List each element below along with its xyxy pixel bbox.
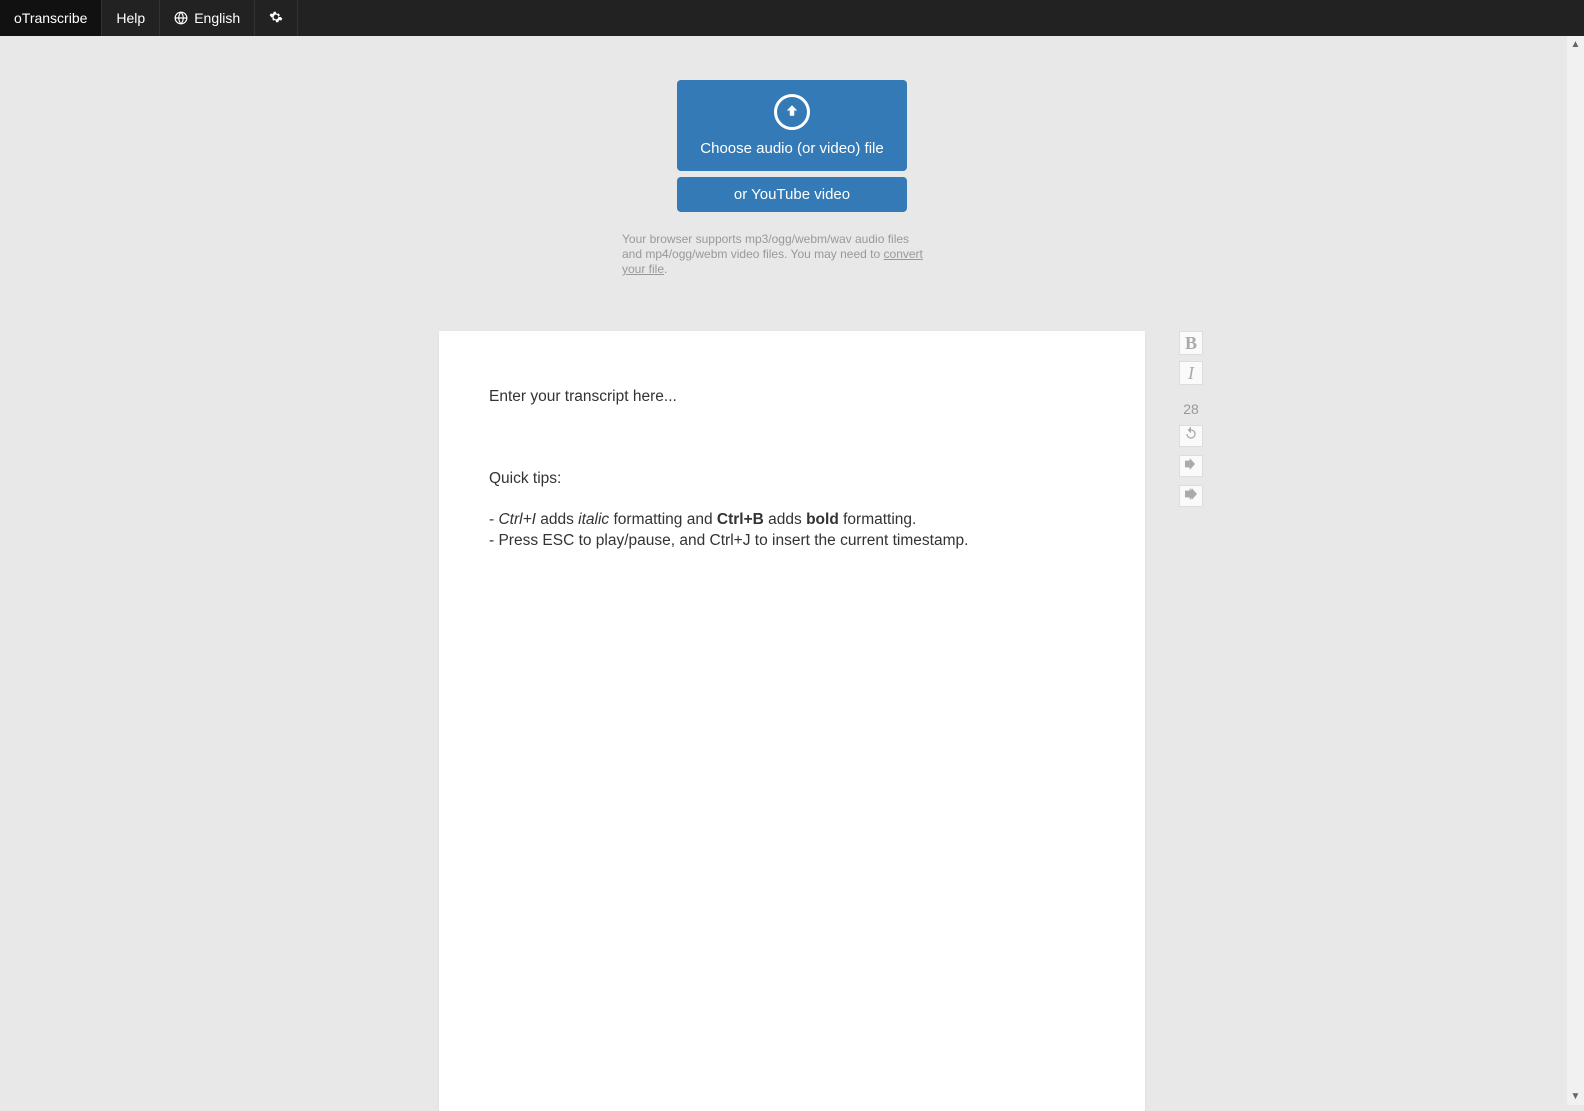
- topbar: oTranscribe Help English: [0, 0, 1584, 36]
- upload-area: Choose audio (or video) file or YouTube …: [0, 80, 1584, 277]
- support-suffix: .: [664, 262, 667, 276]
- import-button[interactable]: [1179, 455, 1203, 477]
- export-icon: [1183, 486, 1199, 507]
- support-prefix: Your browser supports mp3/ogg/webm/wav a…: [622, 232, 909, 261]
- help-link[interactable]: Help: [102, 0, 160, 36]
- choose-file-label: Choose audio (or video) file: [700, 140, 883, 157]
- editor-wrap: Enter your transcript here... Quick tips…: [439, 331, 1145, 1111]
- side-tools: B I 28: [1179, 331, 1203, 507]
- main-content: Choose audio (or video) file or YouTube …: [0, 36, 1584, 1111]
- scroll-down-arrow[interactable]: ▼: [1571, 1088, 1581, 1105]
- import-icon: [1183, 456, 1199, 477]
- language-selector[interactable]: English: [160, 0, 255, 36]
- editor-placeholder: Enter your transcript here...: [489, 387, 1095, 408]
- history-button[interactable]: [1179, 425, 1203, 447]
- export-button[interactable]: [1179, 485, 1203, 507]
- vertical-scrollbar[interactable]: ▲ ▼: [1567, 36, 1584, 1105]
- bold-button[interactable]: B: [1179, 331, 1203, 355]
- scroll-up-arrow[interactable]: ▲: [1571, 36, 1581, 53]
- choose-file-button[interactable]: Choose audio (or video) file: [677, 80, 907, 171]
- tip-2: - Press ESC to play/pause, and Ctrl+J to…: [489, 531, 1095, 552]
- tip-1: - Ctrl+I adds italic formatting and Ctrl…: [489, 510, 1095, 531]
- youtube-button[interactable]: or YouTube video: [677, 177, 907, 212]
- gear-icon: [269, 10, 283, 27]
- globe-icon: [174, 11, 188, 25]
- italic-button[interactable]: I: [1179, 361, 1203, 385]
- history-icon: [1183, 426, 1199, 447]
- language-label: English: [194, 10, 240, 26]
- transcript-editor[interactable]: Enter your transcript here... Quick tips…: [439, 331, 1145, 1111]
- upload-icon: [774, 94, 810, 130]
- tips-header: Quick tips:: [489, 469, 1095, 490]
- brand-link[interactable]: oTranscribe: [0, 0, 102, 36]
- support-text: Your browser supports mp3/ogg/webm/wav a…: [622, 232, 932, 277]
- backup-count: 28: [1183, 401, 1199, 417]
- settings-button[interactable]: [255, 0, 298, 36]
